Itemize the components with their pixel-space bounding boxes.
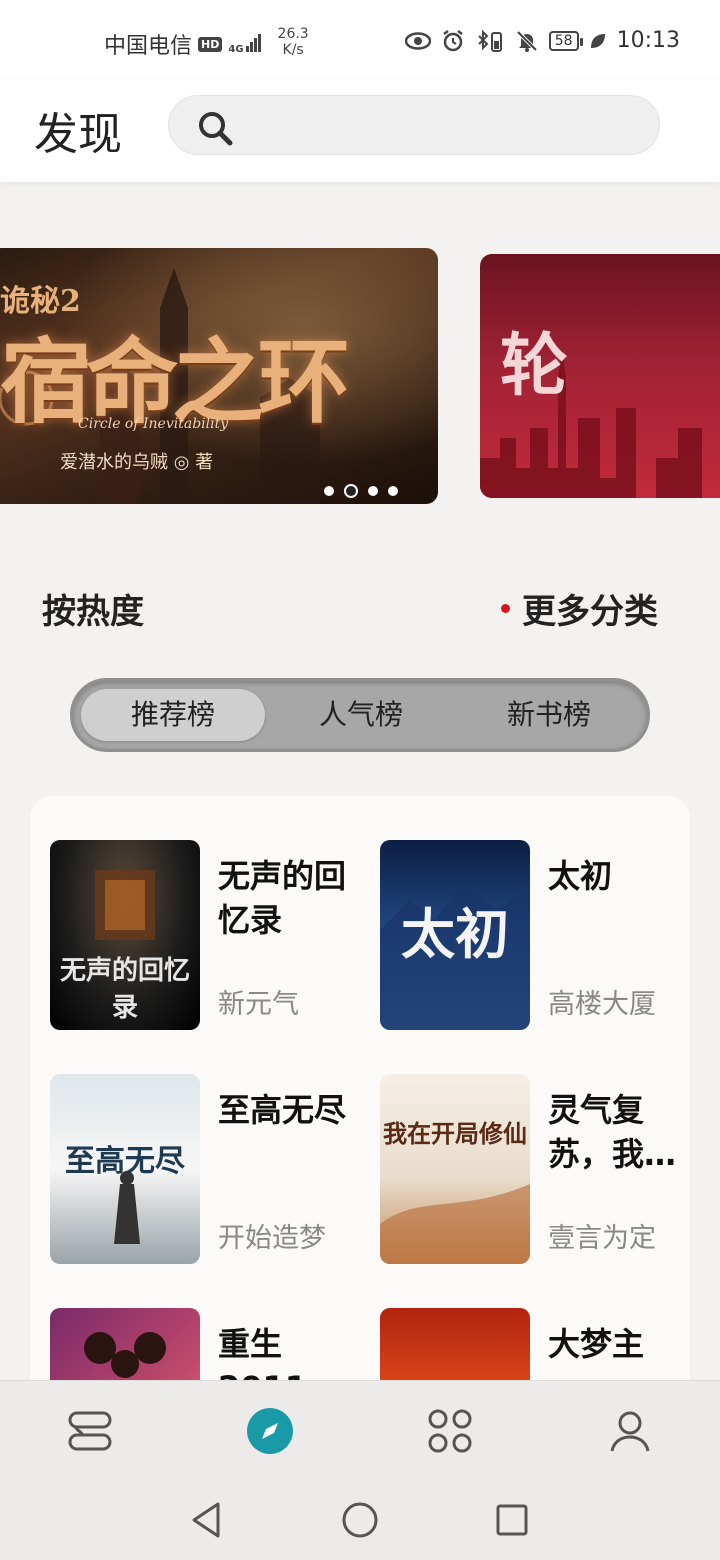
banner-subtitle: Circle of Inevitability xyxy=(78,416,229,432)
category-grid-icon[interactable] xyxy=(426,1407,474,1455)
search-input[interactable] xyxy=(168,95,660,155)
carousel-dot xyxy=(324,486,334,496)
bottom-navigation xyxy=(0,1380,720,1480)
book-item[interactable]: 太初 太初 高楼大厦 xyxy=(360,840,680,1030)
carousel-indicator xyxy=(324,484,398,498)
banner-slide-next[interactable]: 轮 xyxy=(480,254,720,498)
book-cover: 我在开局修仙 xyxy=(380,1074,530,1264)
banner-next-title: 轮 xyxy=(500,327,569,406)
network-type: 4G xyxy=(228,43,244,55)
battery-icon: 58 xyxy=(548,30,583,51)
app-header: 发现 xyxy=(0,80,720,182)
cover-title: 至高无尽 xyxy=(65,1144,185,1179)
tab-popular[interactable]: 人气榜 xyxy=(269,689,453,741)
section-title: 按热度 xyxy=(42,592,144,632)
book-list-card: 无声的回忆录 无声的回忆录 新元气 太初 太初 高楼大厦 至高无尽 至高无尽 开… xyxy=(30,796,690,1396)
book-author: 开始造梦 xyxy=(218,1223,326,1254)
page-title: 发现 xyxy=(34,109,122,160)
book-title: 灵气复苏，我… xyxy=(548,1091,677,1173)
back-icon[interactable] xyxy=(186,1500,226,1540)
status-left: 中国电信 HD 4G 26.3 K/s xyxy=(104,26,309,60)
alarm-icon xyxy=(443,29,463,51)
banner-author: 爱潜水的乌贼 ◎ 著 xyxy=(60,452,214,473)
book-cover: 无声的回忆录 xyxy=(50,840,200,1030)
status-bar: 中国电信 HD 4G 26.3 K/s 58 10:13 xyxy=(0,0,720,80)
book-item[interactable]: 至高无尽 至高无尽 开始造梦 xyxy=(30,1074,350,1264)
recents-icon[interactable] xyxy=(492,1500,532,1540)
book-author: 高楼大厦 xyxy=(548,989,656,1020)
book-item[interactable]: 无声的回忆录 无声的回忆录 新元气 xyxy=(30,840,350,1030)
system-navigation-bar xyxy=(0,1480,720,1560)
ranking-tabs: 推荐榜 人气榜 新书榜 xyxy=(70,678,650,752)
mute-bell-icon xyxy=(516,30,538,52)
carousel-dot xyxy=(388,486,398,496)
book-item[interactable]: 我在开局修仙 灵气复苏，我… 壹言为定 xyxy=(360,1074,680,1264)
more-categories-label: 更多分类 xyxy=(522,592,658,632)
hd-badge: HD xyxy=(198,36,223,52)
network-speed: 26.3 K/s xyxy=(278,26,309,58)
book-title: 大梦主 xyxy=(548,1325,645,1363)
book-cover: 太初 xyxy=(380,840,530,1030)
clock: 10:13 xyxy=(616,28,680,53)
discover-compass-icon[interactable] xyxy=(246,1407,294,1455)
leaf-icon xyxy=(590,33,605,48)
cover-title: 我在开局修仙 xyxy=(383,1119,527,1148)
tab-new-books[interactable]: 新书榜 xyxy=(457,689,641,741)
book-title: 无声的回忆录 xyxy=(218,857,347,939)
book-cover: 至高无尽 xyxy=(50,1074,200,1264)
book-title: 至高无尽 xyxy=(218,1091,347,1129)
carousel-dot-active xyxy=(344,484,358,498)
banner-slide-main[interactable]: 诡秘2 宿命之环 Circle of Inevitability 爱潜水的乌贼 … xyxy=(0,248,438,504)
book-author: 新元气 xyxy=(218,989,299,1020)
carousel-dot xyxy=(368,486,378,496)
book-title: 太初 xyxy=(548,857,613,895)
eye-icon xyxy=(404,31,431,50)
bookshelf-icon[interactable] xyxy=(66,1407,114,1455)
home-icon[interactable] xyxy=(340,1500,380,1540)
profile-icon[interactable] xyxy=(606,1407,654,1455)
carrier-label: 中国电信 xyxy=(104,34,193,59)
book-author: 壹言为定 xyxy=(548,1223,656,1254)
speed-unit: K/s xyxy=(282,42,304,58)
cover-title: 无声的回忆录 xyxy=(59,956,190,1023)
bluetooth-battery-icon xyxy=(478,29,502,52)
search-icon xyxy=(199,112,233,146)
status-right: 58 10:13 xyxy=(404,28,680,53)
tab-recommended[interactable]: 推荐榜 xyxy=(81,689,265,741)
more-categories-link[interactable]: 更多分类 xyxy=(501,584,658,633)
notification-dot xyxy=(501,604,510,613)
speed-value: 26.3 xyxy=(277,26,309,42)
cover-art xyxy=(380,1184,530,1264)
cover-title: 太初 xyxy=(401,902,509,966)
signal-icon: 4G xyxy=(228,33,261,55)
